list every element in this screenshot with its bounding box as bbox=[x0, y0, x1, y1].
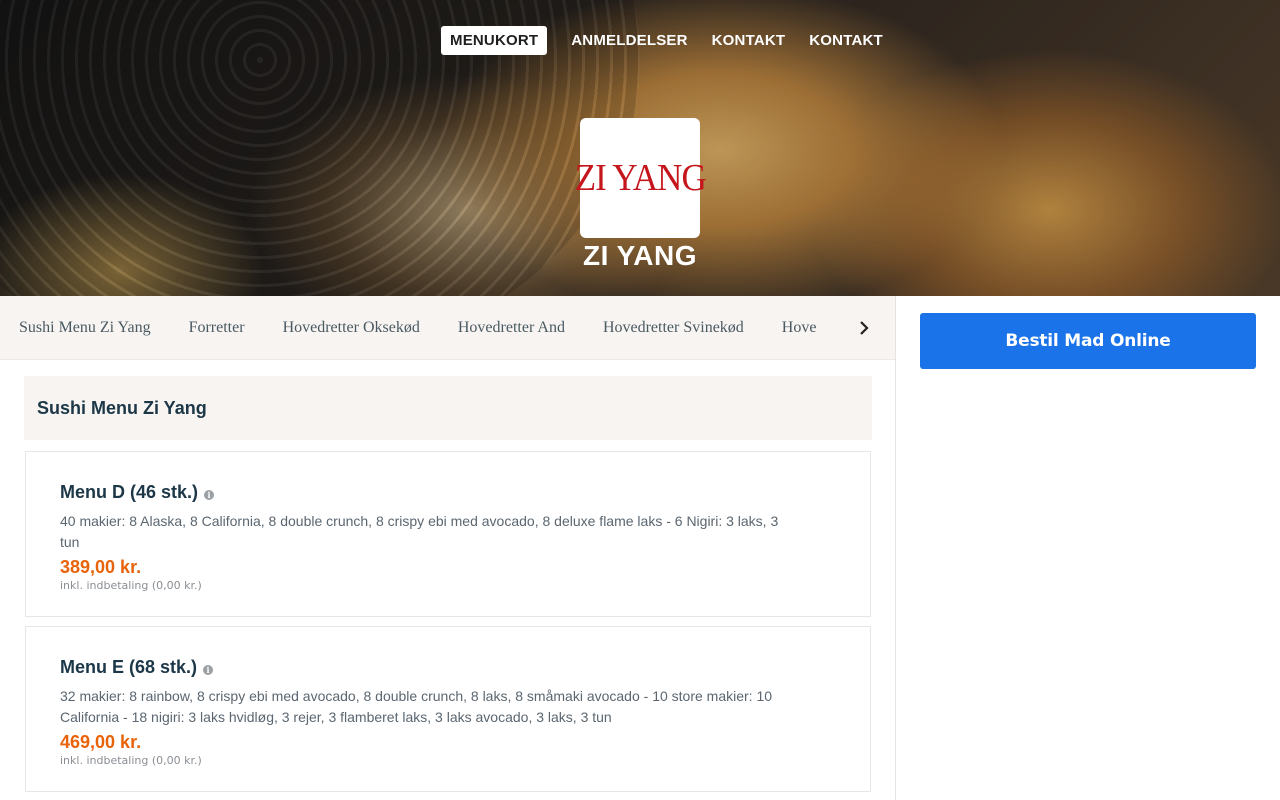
menu-item-deposit-note: inkl. indbetaling (0,00 kr.) bbox=[60, 579, 202, 592]
category-forretter[interactable]: Forretter bbox=[189, 319, 245, 337]
restaurant-name: ZI YANG bbox=[583, 240, 697, 271]
order-online-button[interactable]: Bestil Mad Online bbox=[920, 313, 1256, 369]
info-icon[interactable]: i bbox=[203, 664, 214, 675]
menu-item-price: 389,00 kr. bbox=[60, 557, 142, 577]
category-scroll-right-button[interactable] bbox=[833, 296, 895, 359]
logo-text: ZI YANG bbox=[574, 157, 706, 199]
nav-kontakt[interactable]: KONTAKT bbox=[700, 26, 798, 55]
menu-item-description: 40 makier: 8 Alaska, 8 California, 8 dou… bbox=[60, 513, 779, 550]
restaurant-logo: ZI YANG bbox=[574, 118, 706, 238]
menu-item-card[interactable]: Menu D (46 stk.) i 40 makier: 8 Alaska, … bbox=[25, 451, 871, 617]
menu-item-name: Menu E (68 stk.) bbox=[60, 657, 198, 677]
top-nav: MENUKORT ANMELDELSER KONTAKT KONTAKT bbox=[441, 26, 895, 55]
section-header: Sushi Menu Zi Yang bbox=[24, 376, 872, 440]
menu-item-card[interactable]: Menu E (68 stk.) i 32 makier: 8 rainbow,… bbox=[25, 626, 871, 792]
column-divider bbox=[895, 296, 896, 800]
category-bar: Sushi Menu Zi Yang Forretter Hovedretter… bbox=[0, 296, 895, 360]
category-sushi-menu[interactable]: Sushi Menu Zi Yang bbox=[19, 319, 151, 337]
menu-item-name: Menu D (46 stk.) bbox=[60, 482, 199, 502]
chevron-right-icon bbox=[860, 321, 869, 335]
category-hovedretter-and[interactable]: Hovedretter And bbox=[458, 319, 565, 337]
category-hove-truncated[interactable]: Hove bbox=[782, 319, 817, 337]
section-title: Sushi Menu Zi Yang bbox=[37, 397, 207, 418]
menu-item-description: 32 makier: 8 rainbow, 8 crispy ebi med a… bbox=[60, 688, 773, 725]
category-hovedretter-svinekod[interactable]: Hovedretter Svinekød bbox=[603, 319, 744, 337]
category-hovedretter-oksekod[interactable]: Hovedretter Oksekød bbox=[283, 319, 420, 337]
menu-item-title: Menu D (46 stk.) i bbox=[60, 482, 836, 503]
nav-menukort[interactable]: MENUKORT bbox=[441, 26, 548, 55]
menu-item-title: Menu E (68 stk.) i bbox=[60, 657, 836, 678]
nav-kontakt-2[interactable]: KONTAKT bbox=[797, 26, 895, 55]
info-icon[interactable]: i bbox=[204, 489, 215, 500]
menu-item-deposit-note: inkl. indbetaling (0,00 kr.) bbox=[60, 754, 202, 767]
nav-anmeldelser[interactable]: ANMELDELSER bbox=[559, 26, 699, 55]
menu-item-price: 469,00 kr. bbox=[60, 732, 142, 752]
category-list: Sushi Menu Zi Yang Forretter Hovedretter… bbox=[0, 296, 895, 359]
